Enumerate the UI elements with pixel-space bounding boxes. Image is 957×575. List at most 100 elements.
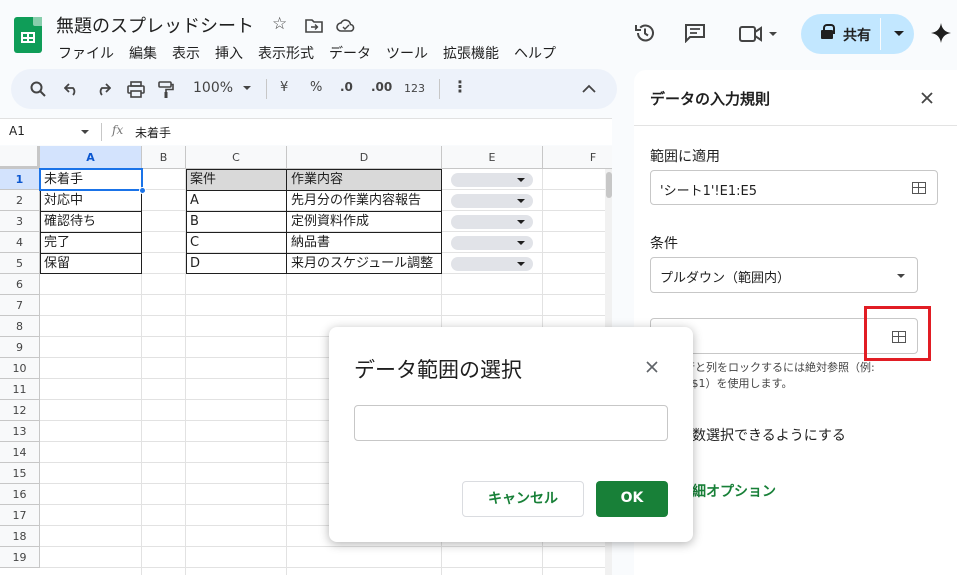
share-button[interactable]: 共有	[801, 14, 914, 54]
cloud-status-icon[interactable]	[336, 18, 356, 33]
gridline	[40, 546, 612, 547]
column-header-E[interactable]: E	[442, 146, 543, 169]
scrollbar-thumb[interactable]	[606, 172, 612, 198]
dropdown-chip-E3[interactable]	[451, 215, 533, 229]
row-header[interactable]: 4	[0, 232, 40, 253]
cell-D5[interactable]: 来月のスケジュール調整	[288, 254, 441, 274]
dropdown-chip-E5[interactable]	[451, 257, 533, 271]
sheets-logo-icon[interactable]	[14, 17, 42, 53]
cell-D2[interactable]: 先月分の作業内容報告	[288, 191, 441, 211]
close-icon[interactable]	[921, 92, 933, 104]
search-menus-icon[interactable]	[30, 81, 46, 97]
row-header[interactable]: 3	[0, 211, 40, 232]
select-range-icon[interactable]	[912, 182, 926, 194]
name-box[interactable]: A1	[9, 124, 25, 138]
column-header-C[interactable]: C	[186, 146, 287, 169]
cell-A5[interactable]: 保留	[41, 254, 70, 274]
comments-icon[interactable]	[684, 23, 706, 43]
meet-dropdown-icon[interactable]	[769, 32, 777, 36]
name-box-dropdown-icon[interactable]	[81, 130, 89, 134]
row-header[interactable]: 8	[0, 316, 40, 337]
row-header[interactable]: 10	[0, 358, 40, 379]
gemini-sparkle-icon[interactable]	[931, 23, 951, 43]
cell-C5[interactable]: D	[187, 254, 200, 274]
row-header[interactable]: 7	[0, 295, 40, 316]
collapse-toolbar-icon[interactable]	[582, 84, 596, 93]
close-icon[interactable]	[646, 361, 658, 373]
column-header-A[interactable]: A	[40, 146, 142, 169]
dropdown-chip-E1[interactable]	[451, 173, 533, 187]
decrease-decimal-button[interactable]: .0	[340, 80, 353, 94]
document-title[interactable]: 無題のスプレッドシート	[56, 12, 254, 38]
multi-select-label[interactable]: 数選択できるようにする	[692, 425, 846, 445]
cell-C2[interactable]: A	[187, 191, 199, 211]
cell-A2[interactable]: 対応中	[41, 191, 83, 211]
row-header[interactable]: 13	[0, 421, 40, 442]
row-header[interactable]: 18	[0, 526, 40, 547]
column-header-D[interactable]: D	[287, 146, 442, 169]
cell-D1[interactable]: 作業内容	[288, 170, 343, 190]
toolbar: 100% ¥ % .0 .00 123 ⋮	[11, 69, 617, 109]
row-header[interactable]: 2	[0, 190, 40, 211]
cancel-button[interactable]: キャンセル	[462, 481, 584, 517]
apply-range-field[interactable]: 'シート1'!E1:E5	[650, 170, 938, 205]
row-header[interactable]: 17	[0, 505, 40, 526]
paint-format-icon[interactable]	[158, 81, 174, 99]
star-icon[interactable]: ☆	[272, 14, 287, 34]
move-folder-icon[interactable]	[305, 18, 323, 33]
menu-item-view[interactable]: 表示	[172, 43, 200, 63]
row-header[interactable]: 5	[0, 253, 40, 274]
percent-format-button[interactable]: %	[310, 80, 322, 95]
dropdown-chip-E4[interactable]	[451, 236, 533, 250]
row-header[interactable]: 9	[0, 337, 40, 358]
row-header[interactable]: 11	[0, 379, 40, 400]
advanced-options-toggle[interactable]: 細オプション	[692, 481, 776, 501]
share-dropdown-icon[interactable]	[894, 31, 904, 36]
column-header-B[interactable]: B	[142, 146, 186, 169]
chevron-down-icon	[897, 274, 905, 278]
more-options-icon[interactable]: ⋮	[452, 77, 468, 96]
cell-C4[interactable]: C	[187, 233, 199, 253]
cell-A3[interactable]: 確認待ち	[41, 212, 96, 232]
column-header-F[interactable]: F	[543, 146, 612, 169]
select-all-corner[interactable]	[0, 146, 40, 169]
menu-item-data[interactable]: データ	[329, 43, 371, 63]
ok-button[interactable]: OK	[596, 481, 668, 517]
row-header[interactable]: 19	[0, 547, 40, 568]
fill-handle[interactable]	[139, 187, 146, 194]
meet-icon[interactable]	[739, 25, 763, 43]
cell-A4[interactable]: 完了	[41, 233, 70, 253]
number-format-button[interactable]: 123	[404, 82, 425, 95]
dropdown-chip-E2[interactable]	[451, 194, 533, 208]
menu-item-tools[interactable]: ツール	[386, 43, 428, 63]
menu-item-format[interactable]: 表示形式	[258, 43, 314, 63]
menu-item-help[interactable]: ヘルプ	[514, 43, 556, 63]
formula-input[interactable]: 未着手	[135, 124, 171, 141]
range-input[interactable]	[354, 405, 668, 441]
currency-format-button[interactable]: ¥	[280, 80, 288, 95]
increase-decimal-button[interactable]: .00	[371, 80, 392, 94]
row-header[interactable]: 1	[0, 169, 40, 190]
row-header[interactable]: 12	[0, 400, 40, 421]
row-header[interactable]: 14	[0, 442, 40, 463]
zoom-dropdown-icon[interactable]	[243, 86, 251, 90]
menu-item-file[interactable]: ファイル	[58, 43, 114, 63]
select-data-range-dialog: データ範囲の選択 キャンセル OK	[329, 327, 693, 542]
cell-C1[interactable]: 案件	[187, 170, 216, 190]
share-label: 共有	[843, 28, 871, 44]
row-header[interactable]: 15	[0, 463, 40, 484]
undo-icon[interactable]	[64, 82, 80, 96]
history-icon[interactable]	[634, 22, 656, 44]
menu-item-edit[interactable]: 編集	[129, 43, 157, 63]
condition-select[interactable]: プルダウン（範囲内）	[650, 257, 918, 293]
cell-C3[interactable]: B	[187, 212, 199, 232]
menu-item-extensions[interactable]: 拡張機能	[443, 43, 499, 63]
print-icon[interactable]	[127, 81, 145, 98]
row-header[interactable]: 16	[0, 484, 40, 505]
row-header[interactable]: 6	[0, 274, 40, 295]
zoom-select[interactable]: 100%	[193, 80, 233, 96]
redo-icon[interactable]	[95, 82, 111, 96]
cell-D4[interactable]: 納品書	[288, 233, 441, 253]
menu-item-insert[interactable]: 挿入	[215, 43, 243, 63]
cell-D3[interactable]: 定例資料作成	[288, 212, 441, 232]
